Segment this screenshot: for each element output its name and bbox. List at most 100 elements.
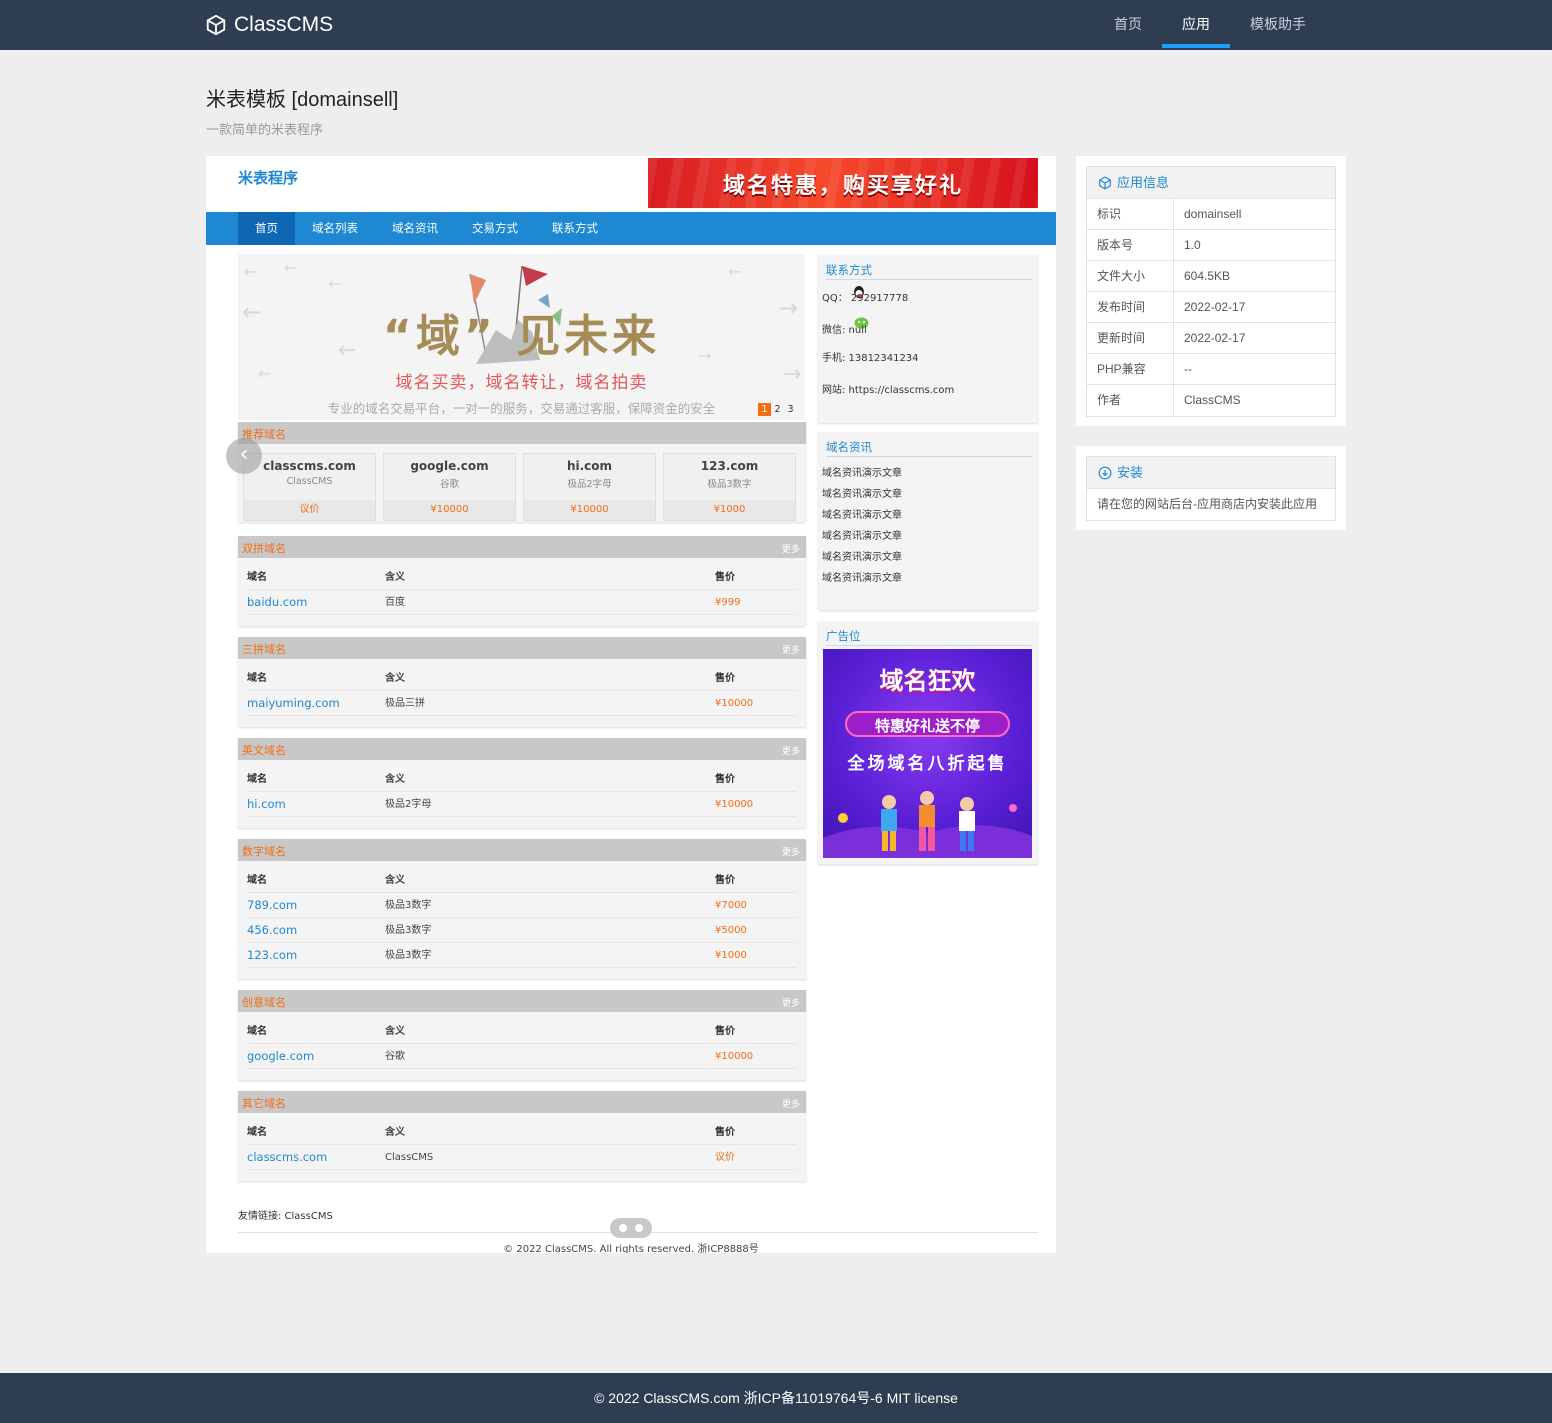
table-row: maiyuming.com 极品三拼 ¥10000 <box>247 691 797 716</box>
more-link[interactable]: 更多 <box>782 845 800 858</box>
domain-desc: 谷歌 <box>439 479 459 490</box>
domain-link[interactable]: 123.com <box>247 943 385 967</box>
contact-qq[interactable]: QQ： 292917778 <box>822 289 908 304</box>
domain-link[interactable]: maiyuming.com <box>247 691 385 715</box>
recommend-cards: classcms.com ClassCMS 议价 google.com 谷歌 ¥… <box>243 453 803 521</box>
col-price: 售价 <box>715 572 735 583</box>
col-meaning: 含义 <box>385 774 405 785</box>
info-row: PHP兼容 -- <box>1087 354 1335 385</box>
more-link[interactable]: 更多 <box>782 643 800 656</box>
arrow-decoration: ← <box>284 258 298 277</box>
domain-link[interactable]: 456.com <box>247 918 385 942</box>
friend-links[interactable]: 友情链接: ClassCMS <box>238 1207 333 1222</box>
more-link[interactable]: 更多 <box>782 744 800 757</box>
domain-link[interactable]: hi.com <box>247 792 385 816</box>
preview-top-banner[interactable]: 域名特惠，购买享好礼 <box>648 158 1038 208</box>
domain-name: 123.com <box>700 459 759 473</box>
recommend-card[interactable]: google.com 谷歌 ¥10000 <box>383 453 516 521</box>
info-row: 标识 domainsell <box>1087 199 1335 230</box>
slide-dot[interactable]: 2 <box>771 403 784 416</box>
section-title: 其它域名 <box>242 1097 286 1110</box>
domain-section: 其它域名 更多 域名 含义 售价 classcms.com ClassCMS 议价 <box>238 1091 806 1181</box>
nav-template-helper[interactable]: 模板助手 <box>1230 0 1326 50</box>
table-header: 域名 含义 售价 <box>247 760 797 792</box>
preview-menu-contact[interactable]: 联系方式 <box>535 212 615 245</box>
domain-section: 数字域名 更多 域名 含义 售价 789.com 极品3数字 ¥7000 456.com 极… <box>238 839 806 979</box>
domain-meaning: 极品3数字 <box>385 950 432 961</box>
info-key: 文件大小 <box>1087 261 1174 291</box>
domain-price: ¥999 <box>715 597 741 608</box>
domain-section: 创意域名 更多 域名 含义 售价 google.com 谷歌 ¥10000 <box>238 990 806 1080</box>
domain-meaning: 极品3数字 <box>385 900 432 911</box>
nav-home[interactable]: 首页 <box>1094 0 1162 50</box>
news-item[interactable]: 域名资讯演示文章 <box>822 548 902 563</box>
more-link[interactable]: 更多 <box>782 1097 800 1110</box>
domain-meaning: 极品3数字 <box>385 925 432 936</box>
news-item[interactable]: 域名资讯演示文章 <box>822 569 902 584</box>
domain-price: 议价 <box>244 500 375 520</box>
preview-menu-trade[interactable]: 交易方式 <box>455 212 535 245</box>
page-title: 米表模板 [domainsell] <box>206 89 399 111</box>
domain-section: 英文域名 更多 域名 含义 售价 hi.com 极品2字母 ¥10000 <box>238 738 806 828</box>
recommend-card[interactable]: 123.com 极品3数字 ¥1000 <box>663 453 796 521</box>
news-item[interactable]: 域名资讯演示文章 <box>822 527 902 542</box>
more-link[interactable]: 更多 <box>782 542 800 555</box>
table-header: 域名 含义 售价 <box>247 1012 797 1044</box>
preview-slider[interactable]: ← ← ← ← ← ← ← → → → “域” 见未来 域名买卖，域名转让，域名… <box>238 254 805 420</box>
carousel-prev-button[interactable]: ‹ <box>226 438 262 474</box>
domain-price: ¥10000 <box>384 500 515 520</box>
col-meaning: 含义 <box>385 875 405 886</box>
slide-dot[interactable]: 3 <box>784 403 797 416</box>
arrow-decoration: ← <box>244 262 258 281</box>
col-price: 售价 <box>715 673 735 684</box>
contact-website[interactable]: 网站: https://classcms.com <box>822 381 954 396</box>
dancing-people-illustration <box>823 791 1032 858</box>
domain-desc: 极品3数字 <box>707 479 752 490</box>
col-price: 售价 <box>715 875 735 886</box>
section-title: 双拼域名 <box>242 542 286 555</box>
chevron-left-icon: ‹ <box>239 442 249 467</box>
brand-logo[interactable]: ClassCMS <box>205 12 333 38</box>
domain-name: classcms.com <box>263 459 356 473</box>
nav-apps[interactable]: 应用 <box>1162 0 1230 50</box>
preview-menu-home[interactable]: 首页 <box>238 212 295 245</box>
slide-dot[interactable]: 1 <box>758 403 771 416</box>
preview-toggle[interactable] <box>610 1218 652 1238</box>
info-row: 更新时间 2022-02-17 <box>1087 323 1335 354</box>
info-value: 1.0 <box>1184 238 1201 252</box>
preview-menu-news[interactable]: 域名资讯 <box>375 212 455 245</box>
download-circle-icon <box>1098 466 1112 479</box>
domain-link[interactable]: baidu.com <box>247 590 385 614</box>
domain-link[interactable]: 789.com <box>247 893 385 917</box>
domain-link[interactable]: google.com <box>247 1044 385 1068</box>
table-row: 456.com 极品3数字 ¥5000 <box>247 918 797 943</box>
info-key: PHP兼容 <box>1087 354 1174 384</box>
news-item[interactable]: 域名资讯演示文章 <box>822 485 902 500</box>
preview-site-name[interactable]: 米表程序 <box>238 167 298 188</box>
recommend-card[interactable]: hi.com 极品2字母 ¥10000 <box>523 453 656 521</box>
news-item[interactable]: 域名资讯演示文章 <box>822 506 902 521</box>
domain-name: hi.com <box>566 459 613 473</box>
contact-title: 联系方式 <box>826 262 1032 280</box>
info-value: 2022-02-17 <box>1184 300 1246 314</box>
domain-link[interactable]: classcms.com <box>247 1145 385 1169</box>
info-key: 作者 <box>1087 385 1174 416</box>
col-price: 售价 <box>715 1127 735 1138</box>
recommend-card[interactable]: classcms.com ClassCMS 议价 <box>243 453 376 521</box>
app-info-title: 应用信息 <box>1117 174 1170 190</box>
col-domain: 域名 <box>247 875 267 886</box>
more-link[interactable]: 更多 <box>782 996 800 1009</box>
info-value: 604.5KB <box>1184 269 1231 283</box>
arrow-decoration: ← <box>328 274 342 293</box>
table-row: hi.com 极品2字母 ¥10000 <box>247 792 797 817</box>
col-domain: 域名 <box>247 1127 267 1138</box>
news-item[interactable]: 域名资讯演示文章 <box>822 464 902 479</box>
info-key: 发布时间 <box>1087 292 1174 322</box>
preview-menu-domain-list[interactable]: 域名列表 <box>295 212 375 245</box>
recommend-box: 推荐域名 classcms.com ClassCMS 议价 google.com… <box>238 422 806 522</box>
slide-description: 专业的域名交易平台，一对一的服务，交易通过客服，保障资金的安全 <box>327 401 716 416</box>
ad-box: 广告位 域名狂欢 特惠好礼送不停 全场域名八折起售 <box>818 621 1038 864</box>
domain-section: 三拼域名 更多 域名 含义 售价 maiyuming.com 极品三拼 ¥10000 <box>238 637 806 727</box>
col-domain: 域名 <box>247 673 267 684</box>
ad-banner[interactable]: 域名狂欢 特惠好礼送不停 全场域名八折起售 <box>823 649 1032 858</box>
